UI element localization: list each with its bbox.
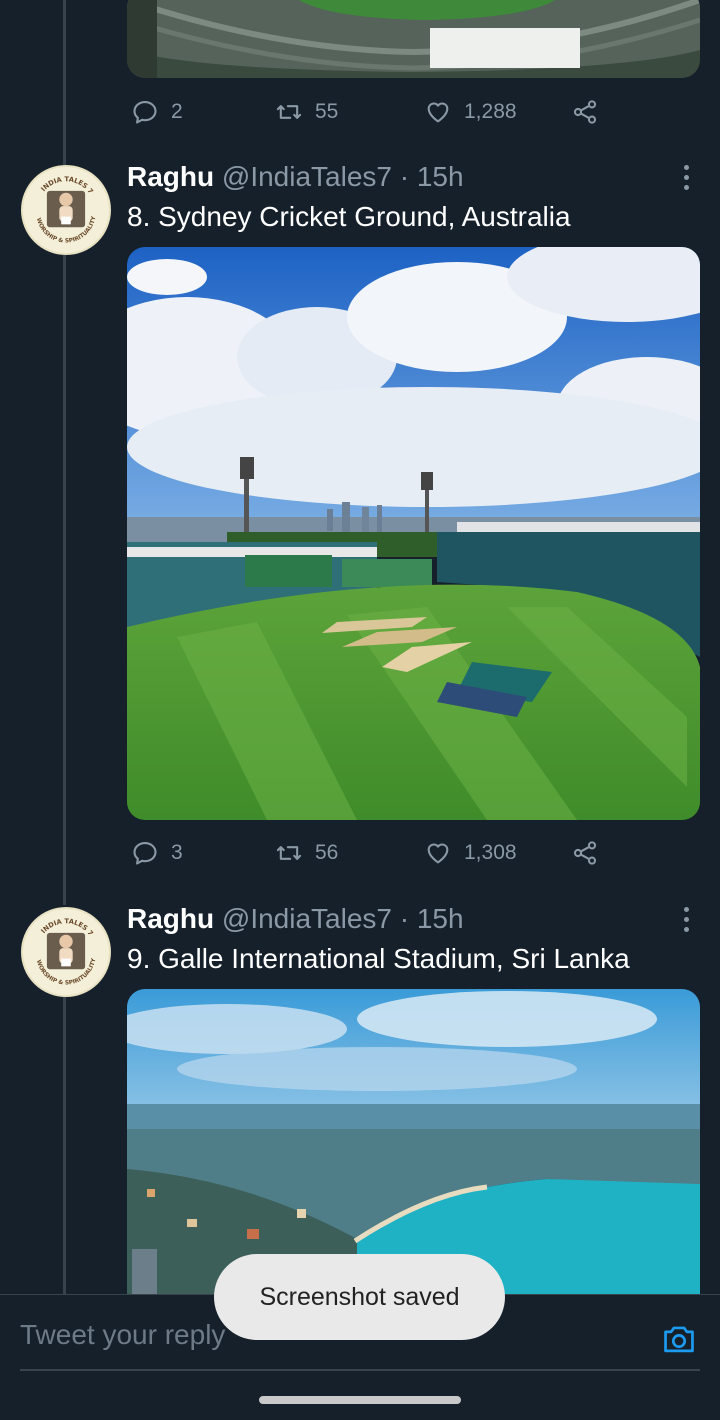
author-handle[interactable]: @IndiaTales7	[222, 161, 392, 192]
thread-line	[63, 997, 66, 1297]
retweet-count: 55	[315, 100, 339, 123]
more-icon-dot	[683, 164, 689, 170]
separator: ·	[399, 903, 410, 934]
tweet-photo-sydney[interactable]	[127, 247, 700, 820]
reply-underline	[20, 1369, 700, 1371]
reply-action[interactable]: 3	[131, 833, 183, 873]
reply-icon	[133, 101, 157, 124]
like-count: 1,308	[464, 841, 517, 864]
retweet-count: 56	[315, 841, 339, 864]
tweet-text: 8. Sydney Cricket Ground, Australia	[127, 201, 571, 232]
avatar[interactable]: INDIA TALES 7 WORSHIP & SPIRITUALITY	[21, 907, 111, 997]
reply-icon	[133, 842, 157, 865]
more-icon-dot	[683, 184, 689, 190]
tweet-header: Raghu @IndiaTales7 · 15h	[127, 902, 464, 936]
more-icon-dot	[683, 174, 689, 180]
reply-action[interactable]: 2	[131, 92, 183, 132]
more-icon-dot	[683, 916, 689, 922]
retweet-icon	[276, 105, 302, 119]
tweet-header: Raghu @IndiaTales7 · 15h	[127, 160, 464, 194]
retweet-action[interactable]: 55	[275, 92, 338, 132]
author-name[interactable]: Raghu	[127, 161, 214, 192]
more-options-button[interactable]	[674, 162, 698, 192]
tweet-actions: 2 55 1,288	[127, 92, 700, 132]
more-options-button[interactable]	[674, 904, 698, 934]
toast-message: Screenshot saved	[214, 1254, 505, 1340]
like-action[interactable]: 1,288	[424, 92, 517, 132]
separator: ·	[399, 161, 410, 192]
like-action[interactable]: 1,308	[424, 833, 517, 873]
share-action[interactable]	[571, 833, 599, 873]
retweet-action[interactable]: 56	[275, 833, 338, 873]
tweet-text: 9. Galle International Stadium, Sri Lank…	[127, 943, 630, 974]
reply-input[interactable]: Tweet your reply	[20, 1319, 225, 1351]
like-count: 1,288	[464, 100, 517, 123]
heart-icon	[427, 843, 449, 864]
reply-count: 2	[171, 100, 183, 123]
author-handle[interactable]: @IndiaTales7	[222, 903, 392, 934]
camera-icon[interactable]	[660, 1320, 698, 1358]
thread-line	[63, 255, 66, 905]
heart-icon	[427, 102, 449, 123]
more-icon-dot	[683, 926, 689, 932]
tweet-actions: 3 56 1,308	[127, 833, 700, 873]
more-icon-dot	[683, 906, 689, 912]
share-action[interactable]	[571, 92, 599, 132]
tweet-time: 15h	[416, 161, 464, 192]
reply-count: 3	[171, 841, 183, 864]
avatar[interactable]: INDIA TALES 7 WORSHIP & SPIRITUALITY	[21, 165, 111, 255]
retweet-icon	[276, 846, 302, 860]
author-name[interactable]: Raghu	[127, 903, 214, 934]
tweet-photo-stadium-top[interactable]	[127, 0, 700, 78]
tweet-time: 15h	[416, 903, 464, 934]
thread-line	[63, 0, 66, 165]
share-icon	[573, 841, 597, 865]
gesture-nav-handle[interactable]	[259, 1396, 461, 1404]
share-icon	[573, 100, 597, 124]
